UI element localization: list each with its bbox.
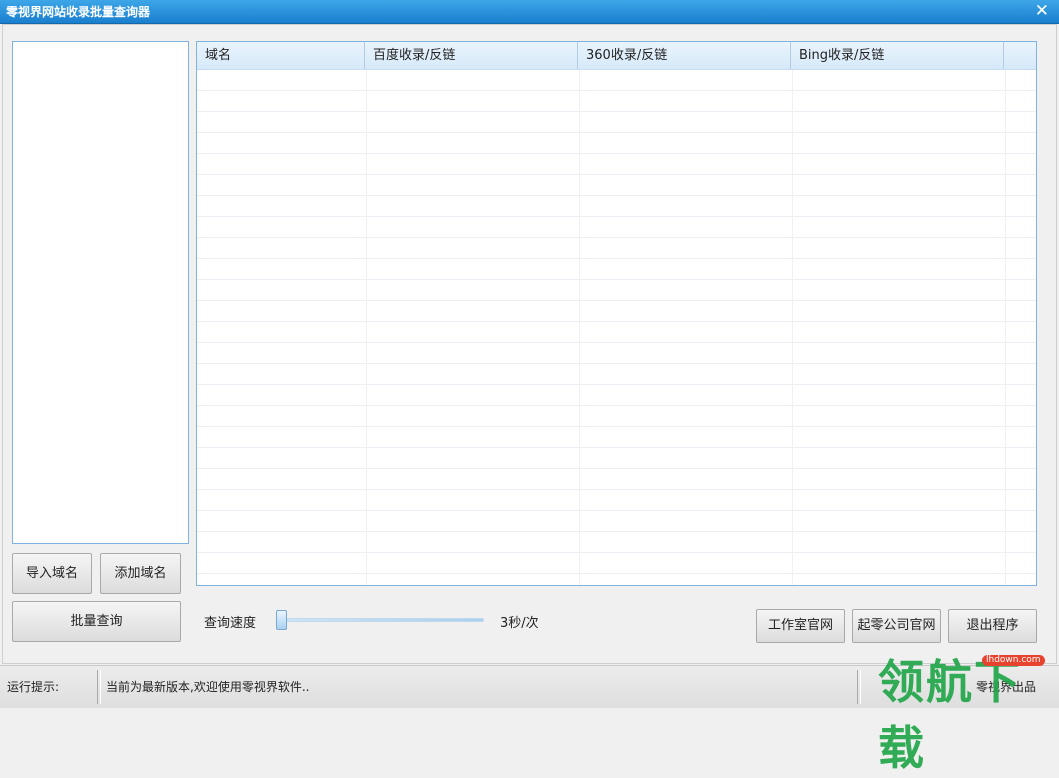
- results-grid[interactable]: 域名 百度收录/反链 360收录/反链 Bing收录/反链: [196, 41, 1037, 586]
- add-domain-button[interactable]: 添加域名: [100, 553, 181, 594]
- speed-label: 查询速度: [204, 616, 257, 631]
- column-header-bing[interactable]: Bing收录/反链: [791, 42, 1004, 69]
- grid-divider: [366, 70, 367, 585]
- company-site-button[interactable]: 起零公司官网: [852, 609, 941, 643]
- column-header-baidu[interactable]: 百度收录/反链: [365, 42, 578, 69]
- import-domains-button[interactable]: 导入域名: [12, 553, 92, 594]
- status-label: 运行提示:: [7, 680, 60, 694]
- grid-divider: [792, 70, 793, 585]
- status-message: 当前为最新版本,欢迎使用零视界软件..: [106, 680, 310, 694]
- batch-query-button[interactable]: 批量查询: [12, 601, 181, 642]
- exit-button[interactable]: 退出程序: [948, 609, 1037, 643]
- status-divider: [97, 670, 101, 704]
- grid-divider: [579, 70, 580, 585]
- column-header-360[interactable]: 360收录/反链: [578, 42, 791, 69]
- watermark-badge: lhdown.com: [982, 655, 1045, 666]
- window-title: 零视界网站收录批量查询器: [6, 5, 151, 19]
- grid-header: 域名 百度收录/反链 360收录/反链 Bing收录/反链: [197, 42, 1036, 70]
- speed-slider-track[interactable]: [284, 618, 484, 622]
- close-icon[interactable]: ✕: [1035, 1, 1049, 21]
- domain-list[interactable]: [12, 41, 189, 544]
- status-divider: [857, 670, 861, 704]
- speed-value: 3秒/次: [500, 616, 539, 631]
- studio-site-button[interactable]: 工作室官网: [756, 609, 845, 643]
- title-bar: 零视界网站收录批量查询器 ✕: [0, 0, 1059, 24]
- column-header-domain[interactable]: 域名: [197, 42, 365, 69]
- grid-body: [197, 70, 1036, 585]
- watermark-logo: 领航下载 lhdown.com: [878, 646, 1056, 775]
- speed-slider-thumb[interactable]: [276, 610, 287, 630]
- grid-divider: [1005, 70, 1006, 585]
